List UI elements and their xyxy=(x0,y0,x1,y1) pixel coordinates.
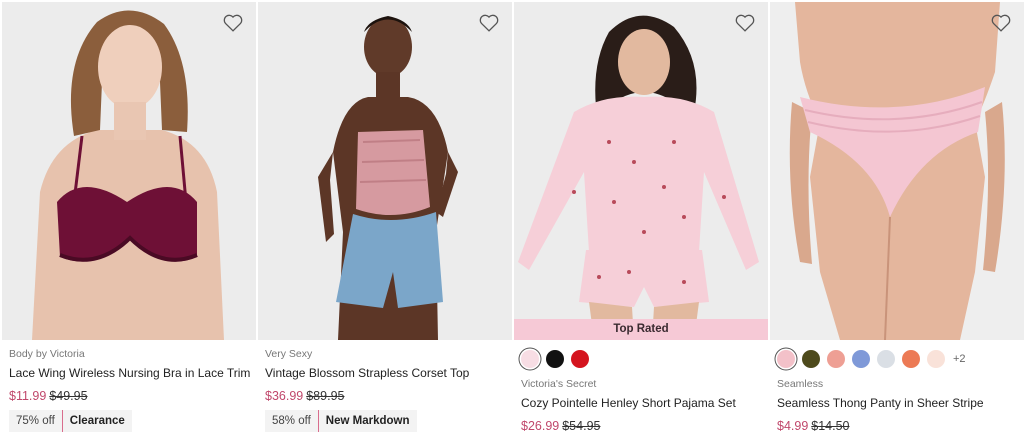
original-price: $54.95 xyxy=(562,419,601,432)
product-brand: Body by Victoria xyxy=(9,348,85,360)
sale-price: $4.99 xyxy=(777,419,809,432)
color-swatches xyxy=(521,349,596,369)
product-price: $4.99 $14.50 xyxy=(777,419,850,432)
color-swatch[interactable] xyxy=(777,350,795,368)
heart-outline-icon[interactable] xyxy=(990,12,1012,34)
more-swatches-count[interactable]: +2 xyxy=(953,353,966,365)
product-card[interactable]: +2 Seamless Seamless Thong Panty in Shee… xyxy=(770,0,1024,432)
promo-tags: 75% off Clearance xyxy=(9,410,132,432)
product-grid: Body by Victoria Lace Wing Wireless Nurs… xyxy=(0,0,1024,432)
discount-tag: 75% off xyxy=(9,410,62,432)
product-price: $26.99 $54.95 xyxy=(521,419,600,432)
original-price: $14.50 xyxy=(811,419,850,432)
product-card[interactable]: Body by Victoria Lace Wing Wireless Nurs… xyxy=(2,0,256,432)
heart-outline-icon[interactable] xyxy=(734,12,756,34)
sale-price: $26.99 xyxy=(521,419,560,432)
discount-tag: 58% off xyxy=(265,410,318,432)
heart-outline-icon[interactable] xyxy=(222,12,244,34)
color-swatch[interactable] xyxy=(877,350,895,368)
product-name[interactable]: Cozy Pointelle Henley Short Pajama Set xyxy=(521,396,736,410)
color-swatch[interactable] xyxy=(802,350,820,368)
product-image[interactable] xyxy=(2,2,256,340)
color-swatch[interactable] xyxy=(521,350,539,368)
product-brand: Victoria's Secret xyxy=(521,378,597,390)
product-price: $11.99 $49.95 xyxy=(9,389,88,403)
original-price: $49.95 xyxy=(49,389,88,403)
markdown-tag: New Markdown xyxy=(317,410,417,432)
color-swatch[interactable] xyxy=(902,350,920,368)
product-brand: Very Sexy xyxy=(265,348,313,360)
color-swatch[interactable] xyxy=(571,350,589,368)
product-card[interactable]: Top Rated Victoria's Secret Cozy Pointel… xyxy=(514,0,768,432)
top-rated-badge: Top Rated xyxy=(514,319,768,340)
heart-outline-icon[interactable] xyxy=(478,12,500,34)
product-brand: Seamless xyxy=(777,378,824,390)
product-image[interactable] xyxy=(258,2,512,340)
original-price: $89.95 xyxy=(306,389,345,403)
sale-price: $36.99 xyxy=(265,389,304,403)
clearance-tag: Clearance xyxy=(61,410,132,432)
sale-price: $11.99 xyxy=(9,389,47,403)
product-name[interactable]: Lace Wing Wireless Nursing Bra in Lace T… xyxy=(9,366,250,380)
color-swatch[interactable] xyxy=(852,350,870,368)
color-swatches: +2 xyxy=(777,349,966,369)
product-image[interactable] xyxy=(770,2,1024,340)
product-card[interactable]: Very Sexy Vintage Blossom Strapless Cors… xyxy=(258,0,512,432)
product-name[interactable]: Vintage Blossom Strapless Corset Top xyxy=(265,366,469,380)
product-name[interactable]: Seamless Thong Panty in Sheer Stripe xyxy=(777,396,984,410)
product-image[interactable]: Top Rated xyxy=(514,2,768,340)
color-swatch[interactable] xyxy=(927,350,945,368)
product-price: $36.99 $89.95 xyxy=(265,389,344,403)
promo-tags: 58% off New Markdown xyxy=(265,410,417,432)
color-swatch[interactable] xyxy=(546,350,564,368)
color-swatch[interactable] xyxy=(827,350,845,368)
